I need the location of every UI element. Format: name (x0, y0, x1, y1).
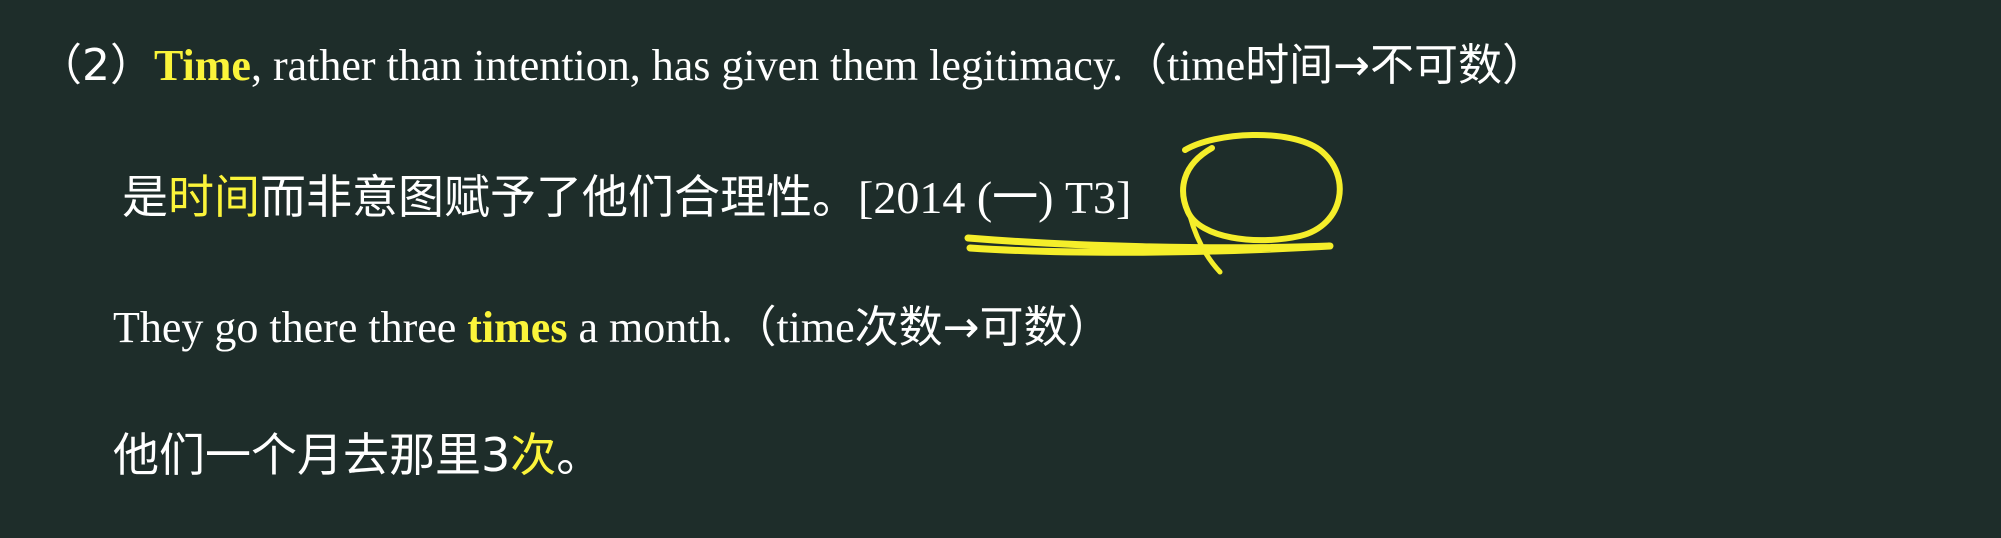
note-close: ） (1502, 40, 1547, 91)
keyword-time: Time (154, 41, 251, 90)
translation-1: 是时间而非意图赋予了他们合理性。[2014 (一) T3] (122, 174, 1131, 221)
note-open: （time (1122, 41, 1246, 90)
translation2-highlight: 次 (510, 428, 557, 482)
translation-pre: 是 (122, 170, 168, 224)
note-chinese: 时间→不可数 (1245, 40, 1503, 91)
note2-open: （time (732, 303, 855, 352)
keyword-times: times (467, 303, 568, 352)
note2-close: ） (1067, 302, 1112, 353)
example-sentence-2: They go there three times a month.（time次… (113, 306, 1112, 350)
exam-citation: [2014 (一) T3] (858, 172, 1132, 223)
circle-tail-stroke (1187, 213, 1223, 275)
translation-post: 而非意图赋予了他们合理性。 (260, 170, 858, 224)
example2-pre: They go there three (113, 303, 468, 352)
circle-stroke (1180, 131, 1343, 244)
translation-2: 他们一个月去那里3次。 (113, 432, 602, 479)
translation2-pre: 他们一个月去那里3 (113, 428, 511, 482)
example-sentence-text: , rather than intention, has given them … (250, 41, 1123, 90)
note2-chinese: 次数→可数 (854, 302, 1068, 353)
translation2-post: 。 (556, 428, 603, 482)
translation-highlight: 时间 (168, 170, 260, 224)
example2-post: a month. (567, 303, 733, 352)
example-number: （2） (38, 40, 154, 91)
underline-stroke (964, 234, 1334, 256)
slide: （2）Time, rather than intention, has give… (0, 0, 2001, 538)
example-sentence-1: （2）Time, rather than intention, has give… (38, 44, 1546, 88)
